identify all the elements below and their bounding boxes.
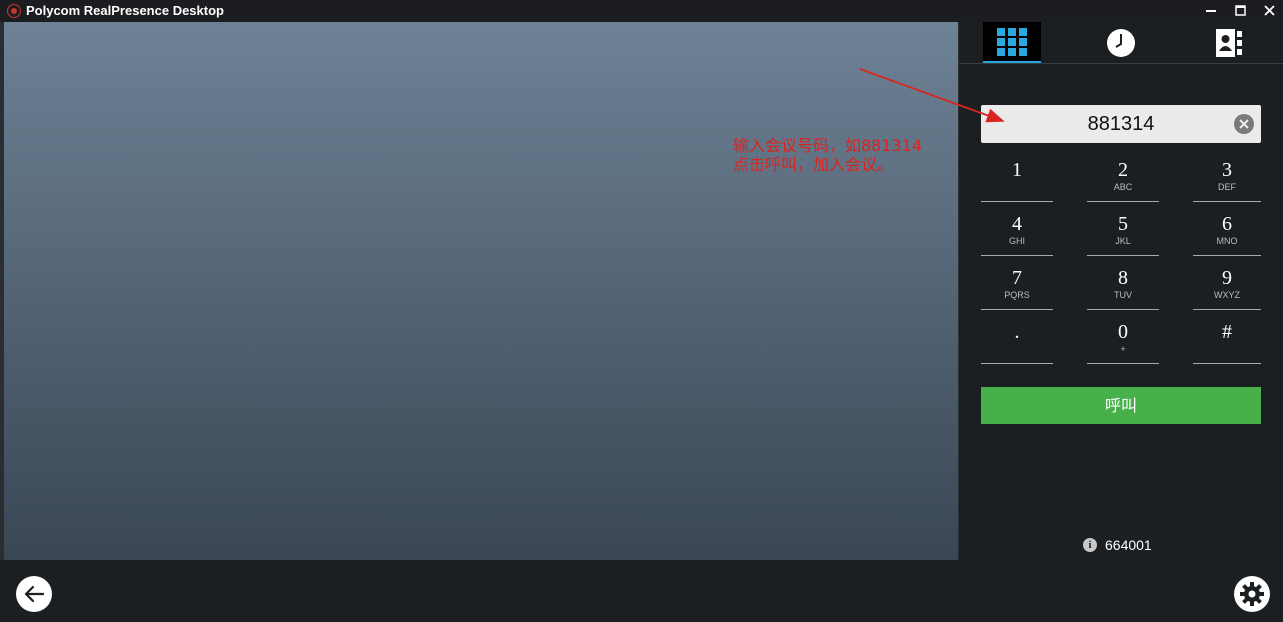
key-digit: 1 bbox=[1012, 159, 1022, 181]
maximize-icon bbox=[1234, 4, 1246, 16]
settings-button[interactable] bbox=[1234, 576, 1270, 612]
tab-recent[interactable] bbox=[1091, 22, 1151, 63]
key-digit: # bbox=[1222, 321, 1232, 343]
dialpad-grid-icon bbox=[997, 27, 1027, 56]
minimize-button[interactable] bbox=[1197, 0, 1225, 20]
key-letters: GHI bbox=[1008, 236, 1025, 246]
key-letters: ABC bbox=[1113, 182, 1133, 192]
key-digit: . bbox=[1014, 321, 1020, 343]
key-letters: PQRS bbox=[1004, 290, 1030, 300]
key-letters: MNO bbox=[1216, 236, 1238, 246]
close-button[interactable] bbox=[1255, 0, 1283, 20]
clock-icon bbox=[1107, 28, 1135, 57]
key-0[interactable]: 0 + bbox=[1087, 317, 1159, 364]
gear-icon bbox=[1240, 582, 1264, 606]
tab-dialpad[interactable] bbox=[983, 22, 1041, 63]
title-bar: Polycom RealPresence Desktop bbox=[0, 0, 1283, 22]
annotation-line-2: 点击呼叫，加入会议。 bbox=[733, 155, 894, 174]
key-6[interactable]: 6 MNO bbox=[1193, 209, 1261, 256]
key-digit: 0 bbox=[1118, 321, 1128, 343]
annotation-line-1: 输入会议号码，如881314 bbox=[733, 136, 923, 155]
window-title: Polycom RealPresence Desktop bbox=[26, 3, 224, 18]
key-3[interactable]: 3 DEF bbox=[1193, 155, 1261, 202]
key-digit: 3 bbox=[1222, 159, 1232, 181]
key-9[interactable]: 9 WXYZ bbox=[1193, 263, 1261, 310]
key-hash[interactable]: # bbox=[1193, 317, 1261, 364]
key-dot[interactable]: . bbox=[981, 317, 1053, 364]
video-area bbox=[4, 22, 958, 560]
panel-tabs bbox=[959, 22, 1283, 64]
key-4[interactable]: 4 GHI bbox=[981, 209, 1053, 256]
key-1[interactable]: 1 bbox=[981, 155, 1053, 202]
bottom-bar bbox=[0, 560, 1283, 622]
annotation-text: 输入会议号码，如881314 点击呼叫，加入会议。 bbox=[733, 136, 922, 174]
key-letters: WXYZ bbox=[1214, 290, 1240, 300]
contacts-book-icon bbox=[1216, 28, 1242, 57]
maximize-button[interactable] bbox=[1226, 0, 1254, 20]
dial-number-field[interactable]: 881314 bbox=[981, 105, 1261, 143]
key-2[interactable]: 2 ABC bbox=[1087, 155, 1159, 202]
key-digit: 8 bbox=[1118, 267, 1128, 289]
key-7[interactable]: 7 PQRS bbox=[981, 263, 1053, 310]
extension-info: i 664001 bbox=[1083, 537, 1152, 553]
dial-panel: 881314 1 2 ABC 3 DEF 4 GHI 5 JKL 6 MNO 7… bbox=[958, 22, 1283, 560]
extension-number: 664001 bbox=[1105, 537, 1152, 553]
key-digit: 7 bbox=[1012, 267, 1022, 289]
polycom-logo-icon bbox=[7, 4, 21, 18]
key-digit: 6 bbox=[1222, 213, 1232, 235]
arrow-left-icon bbox=[24, 585, 44, 603]
key-digit: 2 bbox=[1118, 159, 1128, 181]
key-letters: DEF bbox=[1218, 182, 1236, 192]
key-letters: TUV bbox=[1114, 290, 1132, 300]
key-digit: 9 bbox=[1222, 267, 1232, 289]
key-letters: JKL bbox=[1115, 236, 1131, 246]
clear-x-icon bbox=[1239, 119, 1249, 129]
info-icon: i bbox=[1083, 538, 1097, 552]
dial-number-value: 881314 bbox=[1087, 113, 1155, 135]
key-letters: + bbox=[1120, 344, 1126, 354]
key-8[interactable]: 8 TUV bbox=[1087, 263, 1159, 310]
back-button[interactable] bbox=[16, 576, 52, 612]
close-icon bbox=[1263, 4, 1275, 16]
minimize-icon bbox=[1206, 10, 1216, 12]
tab-contacts[interactable] bbox=[1199, 22, 1259, 63]
clear-input-button[interactable] bbox=[1234, 114, 1254, 134]
call-button[interactable]: 呼叫 bbox=[981, 387, 1261, 424]
key-digit: 4 bbox=[1012, 213, 1022, 235]
key-digit: 5 bbox=[1118, 213, 1128, 235]
key-5[interactable]: 5 JKL bbox=[1087, 209, 1159, 256]
